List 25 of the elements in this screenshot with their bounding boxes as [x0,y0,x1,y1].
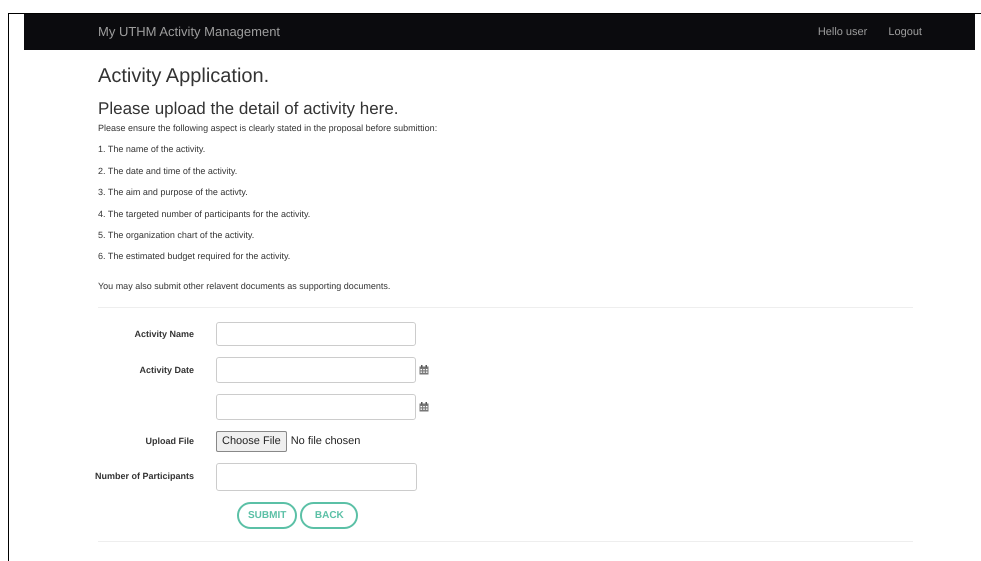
nav-link[interactable]: Logout [888,24,922,40]
page-title: Activity Application. [98,64,270,88]
field-label: Number of Participants [94,470,194,484]
requirement-item: 6. The estimated budget required for the activity. [98,250,292,262]
number-input[interactable] [216,462,417,491]
calendar-icon [419,402,429,412]
requirement-item: 2. The date and time of the activity. [98,164,238,177]
date-input[interactable] [216,394,416,420]
requirement-item: 3. The aim and purpose of the activty. [98,186,249,198]
file-status: No file chosen [290,434,360,450]
field-label: Upload File [145,434,194,448]
field-label: Activity Date [139,364,194,377]
nav-link[interactable]: Hello user [818,24,868,40]
date-input[interactable] [216,357,416,384]
field-label: Activity Name [134,328,194,341]
requirement-item: 5. The organization chart of the activity. [98,228,256,241]
note-text: You may also submit other relavent documents as supporting documents. [98,280,392,292]
intro-text: Please ensure the following aspect is clearly stated in the proposal before submittion: [98,122,438,134]
brand-title[interactable]: My UTHM Activity Management [98,22,280,42]
text-input[interactable] [216,322,416,346]
requirement-item: 4. The targeted number of participants for the activity. [98,208,312,220]
requirement-item: 1. The name of the activity. [98,143,206,156]
choose-file-button[interactable]: Choose File [216,431,287,452]
calendar-icon [419,365,429,376]
page-subtitle: Please upload the detail of activity here. [98,99,400,119]
